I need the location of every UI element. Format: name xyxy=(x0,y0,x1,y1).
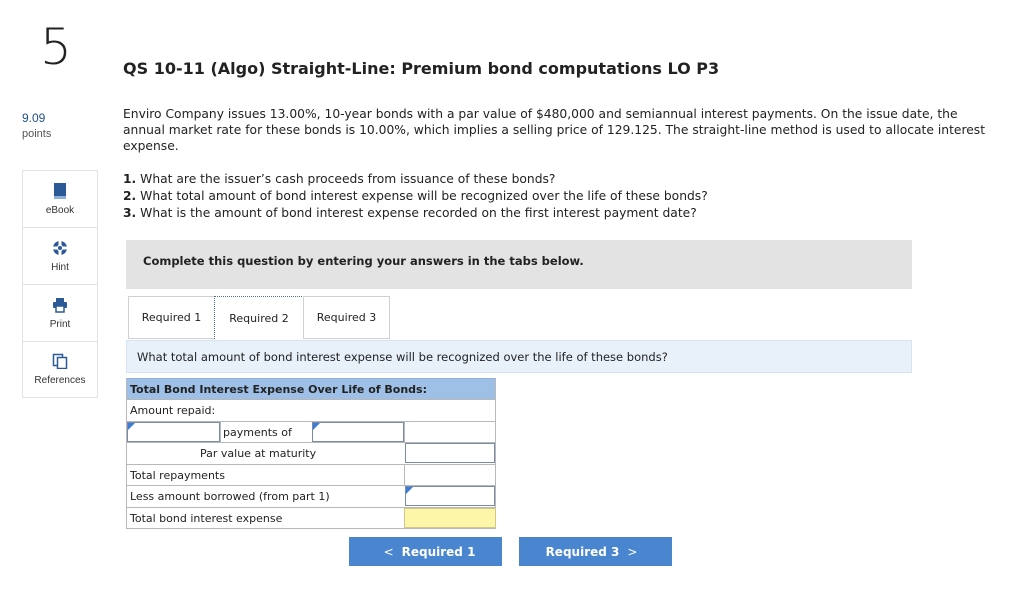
prev-button-label: Required 1 xyxy=(401,544,476,559)
active-question-text: What total amount of bond interest expen… xyxy=(137,350,668,364)
print-button[interactable]: Print xyxy=(22,284,98,341)
par-value-label: Par value at maturity xyxy=(200,447,317,460)
amount-borrowed-input[interactable] xyxy=(405,486,495,506)
instruction-banner: Complete this question by entering your … xyxy=(126,240,912,289)
par-value-input[interactable] xyxy=(405,443,495,463)
payments-count-input[interactable] xyxy=(127,421,220,442)
table-header-row: Total Bond Interest Expense Over Life of… xyxy=(126,378,496,400)
interest-expense-table: Total Bond Interest Expense Over Life of… xyxy=(126,378,496,529)
active-question-bar: What total amount of bond interest expen… xyxy=(126,340,912,373)
table-row: payments of xyxy=(126,421,496,443)
table-row: Total repayments xyxy=(126,464,496,486)
points-label: points xyxy=(22,128,52,140)
total-interest-label: Total bond interest expense xyxy=(130,511,283,525)
sidebar-item-label: eBook xyxy=(45,204,75,216)
sidebar-item-label: References xyxy=(34,375,86,386)
hint-button[interactable]: Hint xyxy=(22,227,98,284)
less-borrowed-label: Less amount borrowed (from part 1) xyxy=(130,490,330,503)
amount-repaid-label: Amount repaid: xyxy=(130,404,216,417)
references-button[interactable]: References xyxy=(22,341,98,398)
sidebar: eBook Hint Print References xyxy=(22,170,98,398)
table-row: Amount repaid: xyxy=(126,400,496,422)
prev-required-button[interactable]: < Required 1 xyxy=(349,537,502,566)
divider xyxy=(404,464,405,485)
tab-required-1[interactable]: Required 1 xyxy=(128,296,215,339)
divider xyxy=(404,421,405,442)
chevron-right-icon: > xyxy=(627,544,638,559)
table-row: Par value at maturity xyxy=(126,443,496,465)
total-interest-result xyxy=(404,507,496,528)
question-item: 1. What are the issuer’s cash proceeds f… xyxy=(123,172,556,186)
points-value: 9.09 xyxy=(22,111,46,125)
tab-bar: Required 1 Required 2 Required 3 xyxy=(128,296,390,339)
table-row: Less amount borrowed (from part 1) xyxy=(126,486,496,508)
ebook-button[interactable]: eBook xyxy=(22,170,98,227)
divider xyxy=(220,421,221,442)
sidebar-item-label: Hint xyxy=(51,261,69,273)
printer-icon xyxy=(53,297,67,313)
question-item: 2. What total amount of bond interest ex… xyxy=(123,189,708,203)
tab-required-2[interactable]: Required 2 xyxy=(214,296,304,339)
page-title: QS 10-11 (Algo) Straight-Line: Premium b… xyxy=(123,59,720,78)
table-header: Total Bond Interest Expense Over Life of… xyxy=(130,383,427,396)
tab-required-3[interactable]: Required 3 xyxy=(303,296,390,339)
question-number: 5 xyxy=(40,18,72,76)
sidebar-item-label: Print xyxy=(49,318,71,330)
next-required-button[interactable]: Required 3 > xyxy=(519,537,672,566)
instruction-text: Complete this question by entering your … xyxy=(143,254,584,268)
problem-intro: Enviro Company issues 13.00%, 10-year bo… xyxy=(123,107,986,153)
payments-of-label: payments of xyxy=(223,425,292,439)
question-item: 3. What is the amount of bond interest e… xyxy=(123,206,697,220)
lifebuoy-icon xyxy=(53,240,67,255)
question-list: 1. What are the issuer’s cash proceeds f… xyxy=(123,171,708,222)
table-row: Total bond interest expense xyxy=(126,507,496,529)
payment-amount-input[interactable] xyxy=(312,421,404,442)
chevron-left-icon: < xyxy=(383,544,394,559)
documents-icon xyxy=(52,353,68,369)
next-button-label: Required 3 xyxy=(545,544,620,559)
total-repayments-label: Total repayments xyxy=(130,468,225,482)
book-icon xyxy=(54,182,66,199)
